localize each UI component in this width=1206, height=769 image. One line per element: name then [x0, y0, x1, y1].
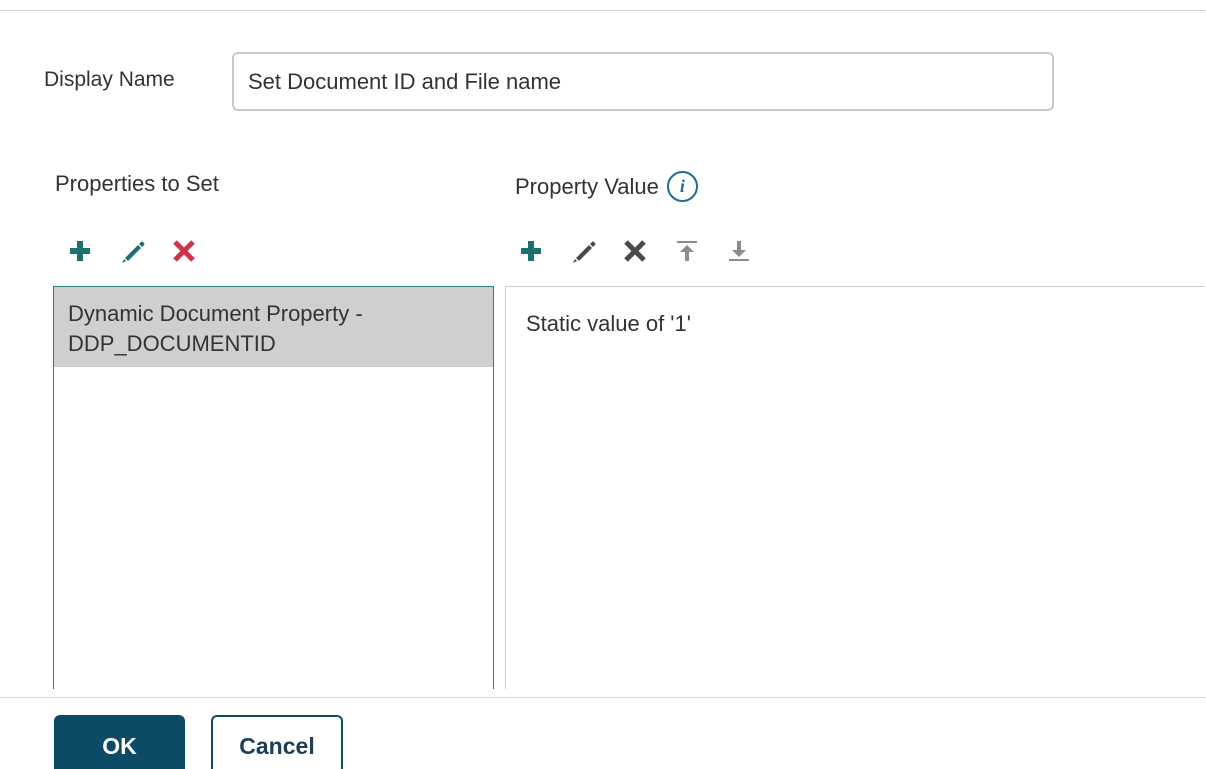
pencil-icon[interactable]: [116, 234, 148, 268]
top-divider: [0, 10, 1206, 11]
list-item[interactable]: Dynamic Document Property - DDP_DOCUMENT…: [54, 287, 493, 367]
properties-toolbar: [64, 234, 200, 268]
plus-icon[interactable]: [515, 234, 547, 268]
ok-button[interactable]: OK: [54, 715, 185, 769]
bottom-divider: [0, 697, 1206, 698]
pencil-icon[interactable]: [567, 234, 599, 268]
x-icon[interactable]: [619, 234, 651, 268]
cancel-button[interactable]: Cancel: [211, 715, 343, 769]
info-icon[interactable]: i: [666, 171, 698, 202]
x-icon[interactable]: [168, 234, 200, 268]
plus-icon[interactable]: [64, 234, 96, 268]
list-item[interactable]: Static value of '1': [506, 287, 1205, 361]
move-to-bottom-icon[interactable]: [723, 234, 755, 268]
property-value-heading: Property Value i: [515, 171, 698, 202]
values-toolbar: [515, 234, 755, 268]
property-value-label: Property Value: [515, 173, 659, 199]
properties-to-set-label: Properties to Set: [55, 171, 219, 196]
display-name-input[interactable]: [232, 52, 1054, 111]
property-value-list: Static value of '1': [505, 286, 1205, 689]
display-name-label: Display Name: [44, 68, 175, 91]
properties-list: Dynamic Document Property - DDP_DOCUMENT…: [53, 286, 494, 689]
move-to-top-icon[interactable]: [671, 234, 703, 268]
